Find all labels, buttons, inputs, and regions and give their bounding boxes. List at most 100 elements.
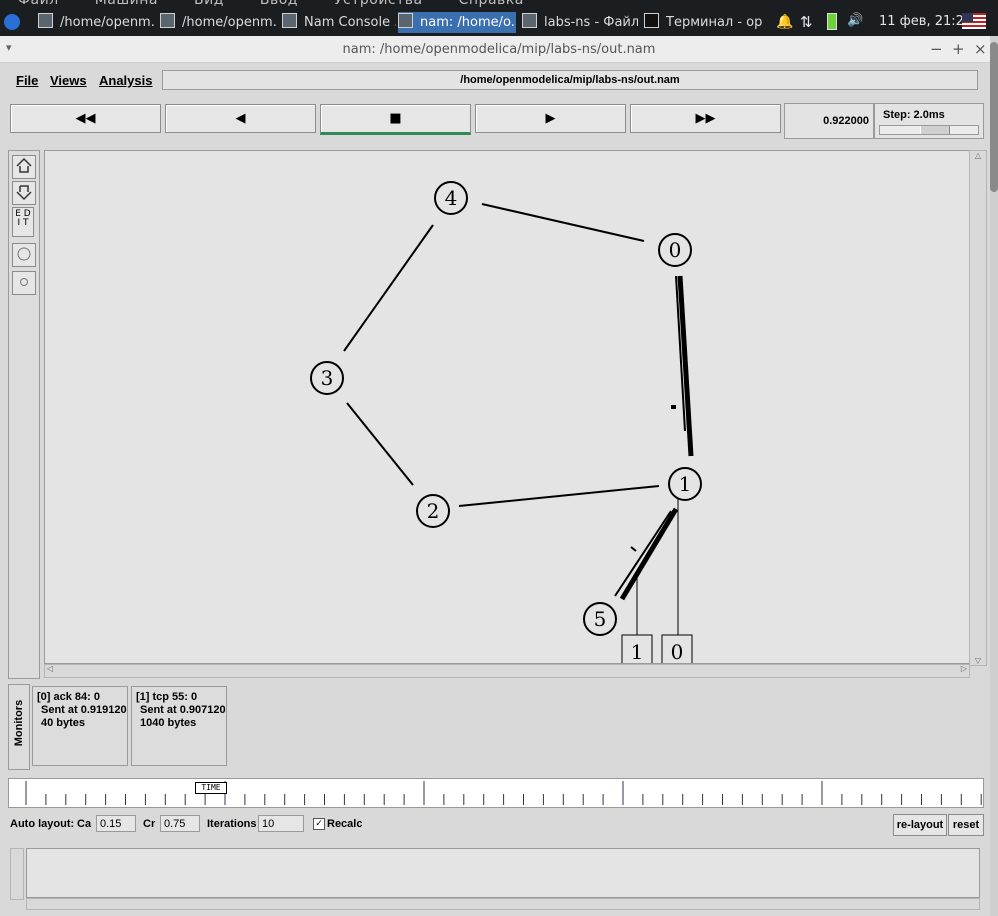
step-label: Step: 2.0ms <box>883 109 945 121</box>
terminal-icon <box>644 13 659 28</box>
recalc-checkbox[interactable]: ✓ <box>313 818 325 830</box>
queue-monitor-label-0: 0 <box>671 640 684 663</box>
scroll-up-icon[interactable]: △ <box>970 151 986 160</box>
scroll-right-icon[interactable]: ▷ <box>961 664 967 673</box>
taskbar-item-editor-1[interactable]: /home/openm... <box>38 12 154 33</box>
play-icon: ▶ <box>545 111 556 126</box>
auto-layout-label: Auto layout: <box>10 818 75 830</box>
vm-menu-machine[interactable]: Машина <box>95 0 158 8</box>
ca-input[interactable]: 0.15 <box>96 815 136 832</box>
queue-monitor-label-1: 1 <box>631 640 644 663</box>
vm-menu-devices[interactable]: Устройства <box>334 0 423 8</box>
time-display: 0.922000 <box>784 103 874 139</box>
close-button[interactable]: × <box>974 40 987 58</box>
play-backward-icon: ◀ <box>235 111 246 126</box>
stop-button[interactable]: ■ <box>320 104 471 135</box>
rewind-button[interactable]: ◀◀ <box>10 104 161 133</box>
folder-icon <box>522 13 537 28</box>
cr-input[interactable]: 0.75 <box>160 815 200 832</box>
maximize-button[interactable]: + <box>952 40 965 58</box>
minimize-button[interactable]: − <box>930 40 943 58</box>
relayout-button[interactable]: re-layout <box>893 814 947 836</box>
cr-label: Cr <box>143 818 156 830</box>
edit-button[interactable]: E D I T <box>12 207 34 237</box>
network-canvas[interactable]: 0 1 2 3 4 5 1 0 <box>44 150 970 666</box>
stop-icon: ■ <box>389 111 402 126</box>
keyboard-layout-flag-icon[interactable] <box>962 13 986 29</box>
monitor-0[interactable]: [0] ack 84: 0 Sent at 0.919120 40 bytes <box>32 686 128 766</box>
rewind-icon: ◀◀ <box>75 111 96 126</box>
window-titlebar: ▾ nam: /home/openmodelica/mip/labs-ns/ou… <box>0 36 998 63</box>
menu-analysis[interactable]: Analysis <box>99 73 152 88</box>
editor-icon <box>38 13 53 28</box>
link-2-1 <box>458 485 660 507</box>
vm-menu-help[interactable]: Справка <box>459 0 524 8</box>
monitors-panel-label: Monitors <box>8 684 30 770</box>
file-path-display: /home/openmodelica/mip/labs-ns/out.nam <box>162 70 978 90</box>
canvas-vertical-scrollbar[interactable]: △ ▽ <box>969 150 987 666</box>
time-marker[interactable]: TIME <box>195 782 227 794</box>
clock[interactable]: 11 фев, 21:29 <box>879 14 972 29</box>
ca-label: Ca <box>77 818 92 830</box>
monitor-0-title: [0] ack 84: 0 <box>37 691 100 703</box>
step-slider-handle[interactable] <box>920 126 950 134</box>
node-4-label: 4 <box>445 186 458 210</box>
zoom-in-button[interactable] <box>12 155 36 179</box>
scroll-down-icon[interactable]: ▽ <box>970 656 986 665</box>
network-graph: 0 1 2 3 4 5 1 0 <box>310 181 702 666</box>
play-button[interactable]: ▶ <box>475 104 626 133</box>
iterations-input[interactable]: 10 <box>258 815 304 832</box>
monitor-1-bytes: 1040 bytes <box>140 717 197 729</box>
scroll-left-icon[interactable]: ◁ <box>47 664 53 673</box>
node-size-small-button[interactable] <box>12 271 36 295</box>
editor-icon <box>160 13 175 28</box>
monitor-1[interactable]: [1] tcp 55: 0 Sent at 0.907120 1040 byte… <box>131 686 227 766</box>
link-4-0 <box>481 203 645 242</box>
window-icon <box>282 13 297 28</box>
taskbar-item-editor-2[interactable]: /home/openm... <box>160 12 276 33</box>
circle-large-icon <box>17 247 31 261</box>
bottom-pane-vertical-scrollbar[interactable] <box>10 848 24 900</box>
node-2-label: 2 <box>427 499 440 523</box>
outer-scrollbar-thumb[interactable] <box>990 42 998 192</box>
network-icon[interactable]: ⇅ <box>800 13 813 31</box>
monitor-0-sent: Sent at 0.919120 <box>41 704 127 716</box>
node-1-label: 1 <box>679 472 692 496</box>
zoom-out-icon <box>16 185 32 201</box>
taskbar-item-file-manager[interactable]: labs-ns - Файл... <box>522 12 638 33</box>
battery-icon[interactable] <box>827 13 837 30</box>
reset-button[interactable]: reset <box>948 814 984 836</box>
vm-menu-view[interactable]: Вид <box>194 0 224 8</box>
vm-menu-file[interactable]: Файл <box>18 0 59 8</box>
iterations-label: Iterations <box>207 818 257 830</box>
taskbar-item-nam-active[interactable]: nam: /home/o... <box>398 12 516 33</box>
step-slider[interactable] <box>879 125 979 135</box>
start-menu-icon[interactable] <box>4 14 20 30</box>
zoom-out-button[interactable] <box>12 181 36 205</box>
bottom-pane-horizontal-scrollbar[interactable] <box>26 898 980 910</box>
os-taskbar: Файл Машина Вид Ввод Устройства Справка /home… <box>0 0 998 36</box>
timeline-ticks <box>25 781 982 805</box>
step-back-button[interactable]: ◀ <box>165 104 316 133</box>
fast-forward-button[interactable]: ▶▶ <box>630 104 781 133</box>
canvas-horizontal-scrollbar[interactable]: ◁ ▷ <box>44 664 970 678</box>
monitor-0-bytes: 40 bytes <box>41 717 86 729</box>
node-3-label: 3 <box>321 366 334 390</box>
monitor-1-title: [1] tcp 55: 0 <box>136 691 198 703</box>
menu-file[interactable]: File <box>16 73 38 88</box>
window-icon <box>398 13 413 28</box>
node-size-large-button[interactable] <box>12 243 36 267</box>
vm-menu-input[interactable]: Ввод <box>260 0 298 8</box>
menu-views[interactable]: Views <box>50 73 87 88</box>
taskbar-item-nam-console[interactable]: Nam Console ... <box>282 12 396 33</box>
taskbar-item-terminal[interactable]: Терминал - op... <box>644 12 762 33</box>
right-window-edge <box>990 36 998 916</box>
zoom-in-icon <box>16 157 32 173</box>
vm-menu-line: Файл Машина Вид Ввод Устройства Справка <box>18 0 560 8</box>
volume-icon[interactable]: 🔊 <box>847 13 863 28</box>
bell-icon[interactable]: 🔔 <box>776 14 793 30</box>
fast-forward-icon: ▶▶ <box>695 111 716 126</box>
annotation-pane[interactable] <box>26 848 980 898</box>
time-slider[interactable]: TIME <box>8 778 984 808</box>
left-toolbar: E D I T <box>8 150 40 679</box>
